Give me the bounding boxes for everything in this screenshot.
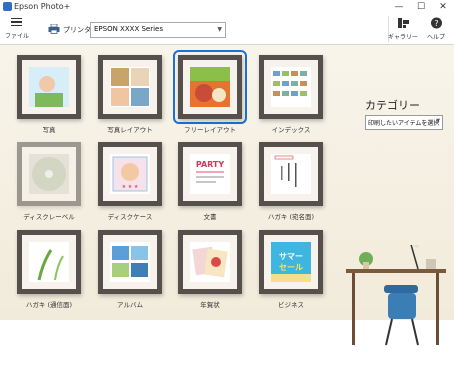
item-frame xyxy=(178,55,242,119)
disc-case-thumbnail: ★ ★ ★ xyxy=(110,154,150,194)
category-select[interactable]: 印刷したいアイテムを選択 ▼ xyxy=(365,115,443,130)
photo-layout-thumbnail xyxy=(110,67,150,107)
desk-chair-illustration xyxy=(346,245,446,346)
item-frame xyxy=(178,230,242,294)
item-document[interactable]: PARTY 文書 xyxy=(178,142,242,224)
help-icon: ? xyxy=(431,17,442,29)
chevron-down-icon: ▼ xyxy=(436,118,440,124)
item-business[interactable]: サマーセール ビジネス xyxy=(259,230,323,312)
sale-text: セール xyxy=(279,263,303,272)
gallery-label: ギャラリー xyxy=(387,34,418,41)
item-frame: PARTY xyxy=(178,142,242,206)
item-label: アルバム xyxy=(117,301,143,309)
chevron-down-icon: ▼ xyxy=(217,26,222,33)
category-title: カテゴリー xyxy=(365,99,420,112)
new-year-card-thumbnail xyxy=(190,242,230,282)
item-label: 文書 xyxy=(203,213,217,221)
summer-text: サマー xyxy=(279,252,303,261)
item-new-year-card[interactable]: 年賀状 xyxy=(178,230,242,312)
item-label: ハガキ (宛名面) xyxy=(267,213,315,221)
postcard-address-thumbnail xyxy=(271,154,311,194)
printer-select[interactable]: EPSON XXXX Series ▼ xyxy=(90,22,226,38)
help-label: ヘルプ xyxy=(426,34,445,41)
business-thumbnail: サマー セール xyxy=(271,242,311,282)
item-frame xyxy=(98,230,162,294)
item-label: 写真レイアウト xyxy=(107,126,153,134)
item-label: フリーレイアウト xyxy=(184,126,236,134)
item-disc-label[interactable]: ディスクレーベル xyxy=(17,142,81,224)
item-frame xyxy=(259,55,323,119)
item-label: ハガキ (通信面) xyxy=(25,301,73,309)
maximize-button[interactable]: ☐ xyxy=(410,0,432,14)
svg-text:?: ? xyxy=(434,19,438,28)
item-frame xyxy=(98,55,162,119)
item-photo[interactable]: 写真 xyxy=(17,55,81,137)
photo-thumbnail xyxy=(29,67,69,107)
item-label: ビジネス xyxy=(278,301,304,309)
item-label: インデックス xyxy=(271,126,311,134)
item-postcard-address[interactable]: ハガキ (宛名面) xyxy=(259,142,323,224)
file-label: ファイル xyxy=(4,33,29,40)
item-postcard-message[interactable]: ハガキ (通信面) xyxy=(17,230,81,312)
category-select-value: 印刷したいアイテムを選択 xyxy=(368,120,440,127)
gallery-icon xyxy=(398,18,409,28)
svg-text:★ ★ ★: ★ ★ ★ xyxy=(122,184,139,190)
item-label: ディスクレーベル xyxy=(23,213,75,221)
main-area: 写真 写真レイアウト フリーレイアウト インデックス ディスクレーベル ★ ★ … xyxy=(0,45,454,346)
item-label: 写真 xyxy=(42,126,56,134)
document-thumbnail: PARTY xyxy=(190,154,230,194)
window-title: Epson Photo+ xyxy=(14,2,71,11)
album-thumbnail xyxy=(110,242,150,282)
printer-select-value: EPSON XXXX Series xyxy=(94,25,163,33)
item-frame: サマー セール xyxy=(259,230,323,294)
item-album[interactable]: アルバム xyxy=(98,230,162,312)
item-frame xyxy=(17,142,81,206)
disc-label-thumbnail xyxy=(29,154,69,194)
printer-icon xyxy=(48,24,60,34)
app-icon xyxy=(3,2,12,11)
item-index[interactable]: インデックス xyxy=(259,55,323,137)
item-frame xyxy=(259,142,323,206)
party-text: PARTY xyxy=(196,160,225,169)
item-label: ディスクケース xyxy=(107,213,153,221)
title-bar: Epson Photo+ — ☐ ✕ xyxy=(0,0,454,14)
minimize-button[interactable]: — xyxy=(388,0,410,14)
gallery-button[interactable]: ギャラリー xyxy=(386,14,420,44)
file-menu-button[interactable]: ファイル xyxy=(2,14,32,44)
index-thumbnail xyxy=(271,67,311,107)
item-free-layout[interactable]: フリーレイアウト xyxy=(173,50,247,137)
hamburger-icon xyxy=(11,18,22,26)
postcard-message-thumbnail xyxy=(29,242,69,282)
item-frame xyxy=(17,230,81,294)
item-frame xyxy=(17,55,81,119)
item-disc-case[interactable]: ★ ★ ★ ディスクケース xyxy=(98,142,162,224)
item-label: 年賀状 xyxy=(200,301,220,309)
help-button[interactable]: ? ヘルプ xyxy=(419,14,453,44)
close-button[interactable]: ✕ xyxy=(432,0,454,14)
item-photo-layout[interactable]: 写真レイアウト xyxy=(98,55,162,137)
free-layout-thumbnail xyxy=(190,67,230,107)
toolbar: ファイル プリンター EPSON XXXX Series ▼ ギャラリー ? ヘ… xyxy=(0,14,454,45)
item-frame: ★ ★ ★ xyxy=(98,142,162,206)
